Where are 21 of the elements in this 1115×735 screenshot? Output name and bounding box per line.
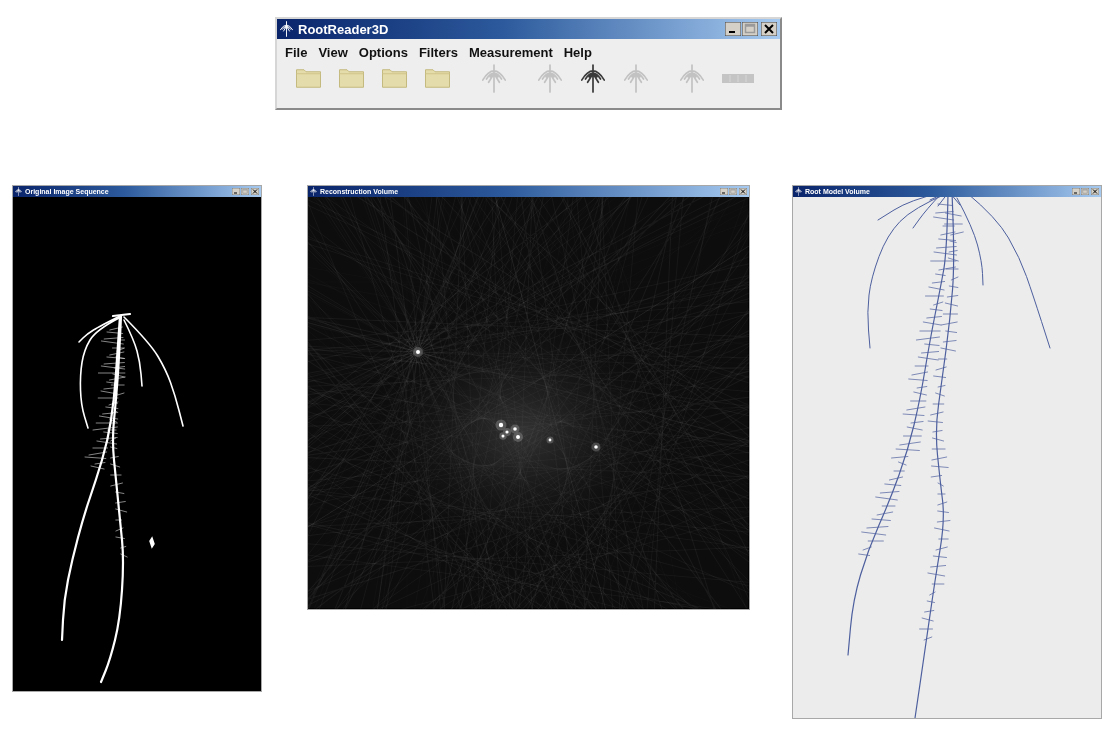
root-icon bbox=[310, 187, 317, 196]
root-icon bbox=[795, 187, 802, 196]
root-icon[interactable] bbox=[580, 63, 605, 93]
close-icon[interactable] bbox=[1091, 188, 1099, 195]
root-icon bbox=[15, 187, 22, 196]
folder-icon[interactable] bbox=[339, 68, 364, 88]
menu-item[interactable]: Measurement bbox=[464, 44, 559, 60]
minimize-icon[interactable] bbox=[725, 22, 741, 36]
close-icon[interactable] bbox=[251, 188, 259, 195]
root-icon bbox=[280, 21, 293, 37]
menu-item[interactable]: File bbox=[281, 44, 314, 60]
menu-item[interactable]: View bbox=[314, 44, 354, 60]
window-title: RootReader3D bbox=[298, 22, 389, 36]
folder-icon[interactable] bbox=[425, 68, 450, 88]
folder-icon[interactable] bbox=[296, 68, 321, 88]
menu-item[interactable]: Help bbox=[559, 44, 598, 60]
menu-item[interactable]: Filters bbox=[414, 44, 464, 60]
close-icon[interactable] bbox=[739, 188, 747, 195]
menu-item[interactable]: Options bbox=[354, 44, 414, 60]
close-icon[interactable] bbox=[761, 22, 777, 36]
folder-icon[interactable] bbox=[382, 68, 407, 88]
